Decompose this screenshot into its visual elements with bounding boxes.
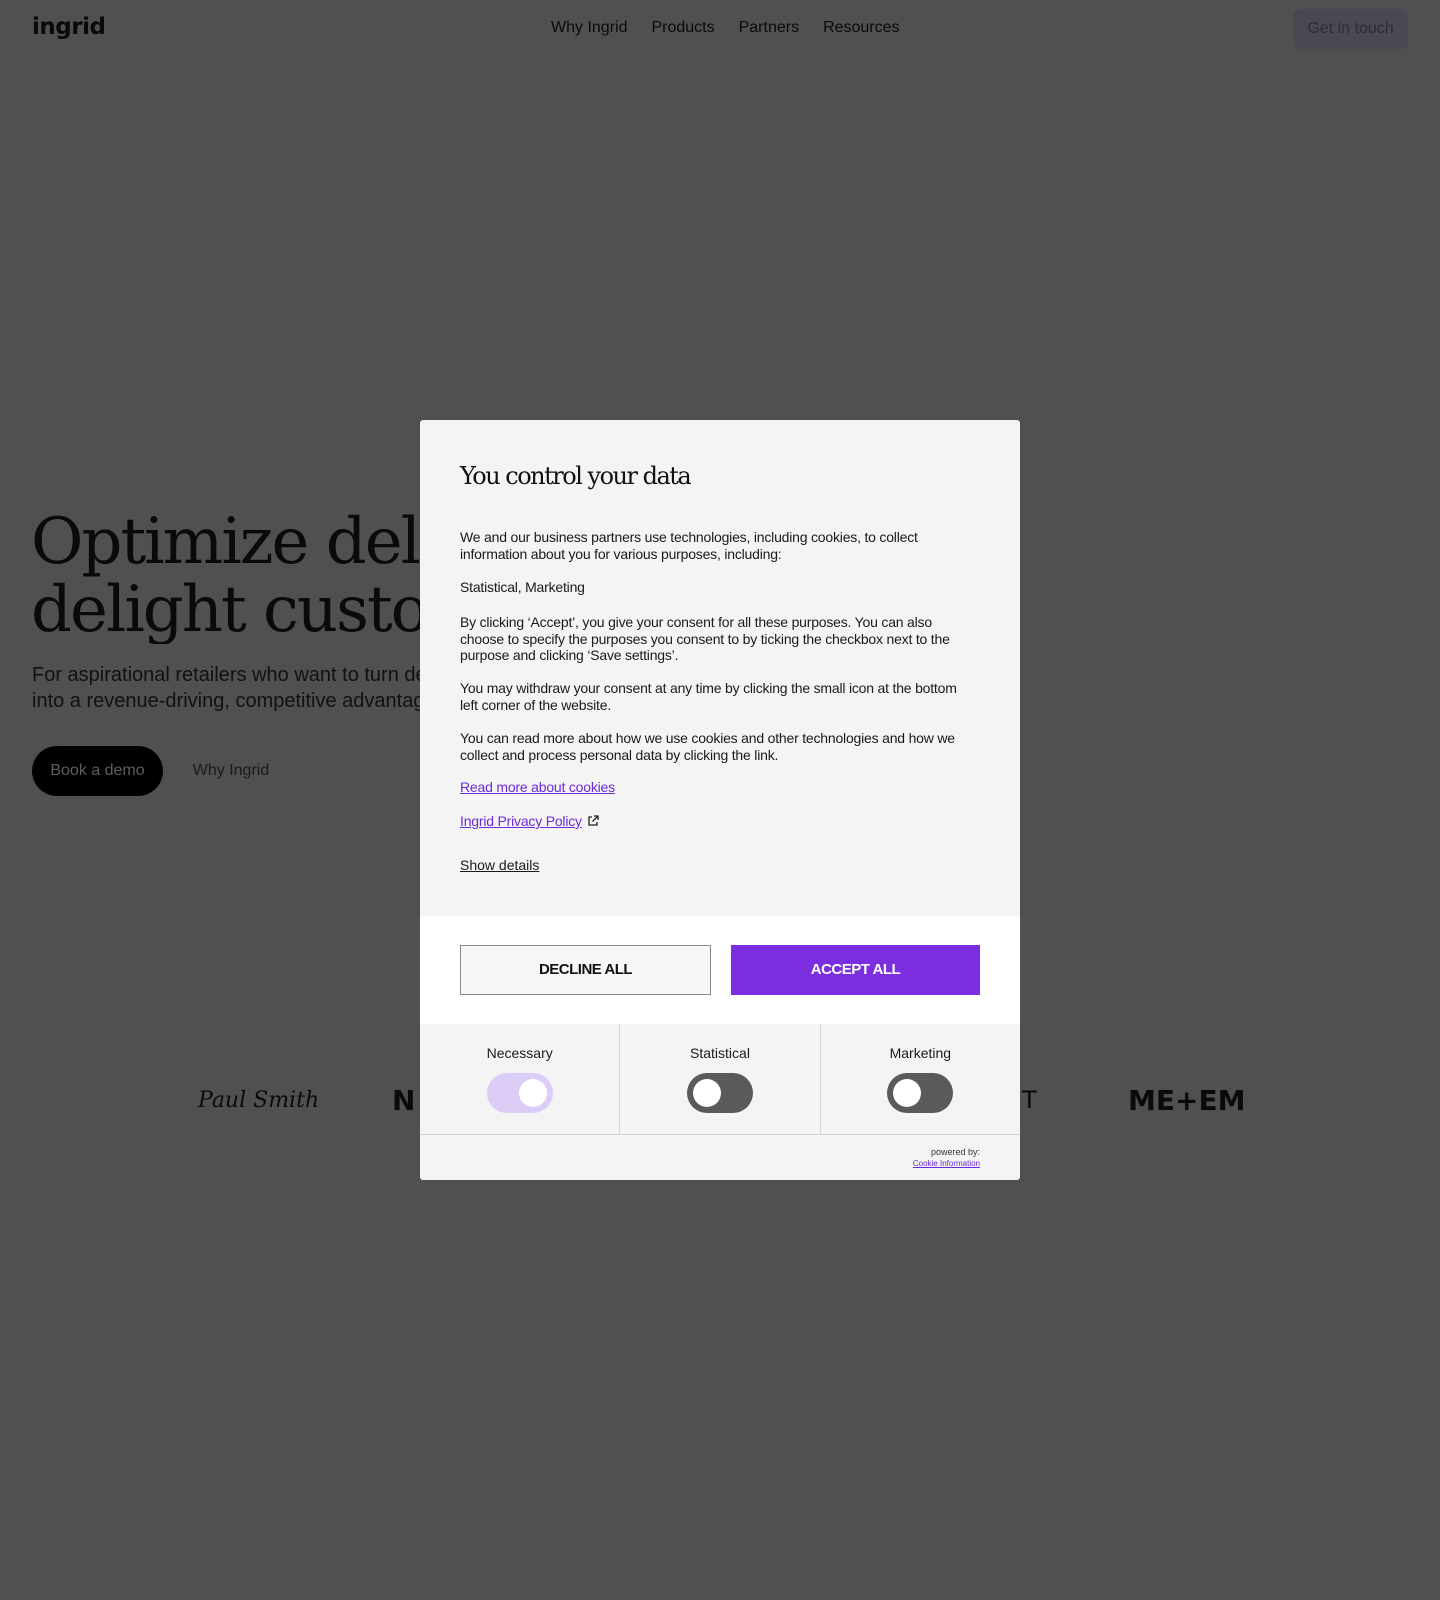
toggle-marketing-switch[interactable]: [887, 1073, 954, 1113]
cookie-information-link[interactable]: Cookie Information: [913, 1158, 980, 1170]
privacy-policy-link[interactable]: Ingrid Privacy Policy: [460, 813, 599, 829]
nav-link-products[interactable]: Products: [651, 19, 714, 37]
me-em-logo: ME+EM: [1128, 1084, 1246, 1117]
hero-title-line-2: delight custon: [31, 573, 431, 644]
consent-paragraph-2: Statistical, Marketing: [460, 579, 585, 595]
hero-subtitle-line-2: into a revenue-driving, competitive adva…: [32, 690, 424, 712]
consent-title: You control your data: [460, 462, 692, 490]
consent-actions: DECLINE ALL ACCEPT ALL: [420, 916, 1020, 1024]
decline-all-button[interactable]: DECLINE ALL: [460, 945, 711, 995]
accept-all-button[interactable]: ACCEPT ALL: [731, 945, 980, 995]
nav-links: Why Ingrid Products Partners Resources: [551, 19, 900, 37]
show-details-link[interactable]: Show details: [460, 857, 539, 873]
powered-by: powered by: Cookie Information: [913, 1146, 980, 1170]
brand-n-logo: N: [392, 1084, 416, 1117]
external-link-icon: [588, 815, 599, 826]
paul-smith-logo: Paul Smith: [198, 1088, 320, 1113]
switch-knob: [893, 1079, 922, 1107]
toggle-statistical-label: Statistical: [690, 1045, 750, 1061]
toggle-necessary-switch[interactable]: [486, 1073, 553, 1113]
book-demo-button[interactable]: Book a demo: [32, 746, 163, 796]
hero-subtitle: For aspirational retailers who want to t…: [32, 662, 424, 714]
toggle-statistical-group: Statistical: [620, 1024, 821, 1135]
consent-toggles: Necessary Statistical Marketing: [420, 1024, 1020, 1135]
ingrid-logo[interactable]: ingrid: [32, 14, 106, 40]
consent-body: You control your data We and our busines…: [420, 420, 1020, 916]
consent-paragraph-5: You can read more about how we use cooki…: [460, 730, 955, 763]
nav-link-resources[interactable]: Resources: [823, 19, 899, 37]
toggle-statistical-switch[interactable]: [686, 1073, 753, 1113]
consent-paragraph-4: You may withdraw your consent at any tim…: [460, 680, 957, 713]
consent-paragraph-1: We and our business partners use technol…: [460, 529, 918, 562]
hero-title: Optimize deliv delight custon: [31, 508, 431, 644]
toggle-necessary-group: Necessary: [420, 1024, 621, 1135]
privacy-policy-label: Ingrid Privacy Policy: [460, 813, 582, 829]
consent-paragraph-3: By clicking ‘Accept’, you give your cons…: [460, 614, 950, 663]
read-more-cookies-link[interactable]: Read more about cookies: [460, 779, 615, 795]
toggle-marketing-group: Marketing: [820, 1024, 1020, 1135]
toggle-marketing-label: Marketing: [889, 1045, 952, 1061]
switch-knob: [692, 1079, 721, 1107]
toggle-necessary-label: Necessary: [486, 1045, 553, 1061]
why-ingrid-button[interactable]: Why Ingrid: [178, 746, 284, 796]
get-in-touch-button[interactable]: Get in touch: [1293, 9, 1408, 49]
nav-link-why-ingrid[interactable]: Why Ingrid: [551, 19, 627, 37]
powered-by-label: powered by:: [930, 1147, 980, 1157]
hero-title-line-1: Optimize deliv: [31, 508, 431, 579]
cookie-consent-dialog: You control your data We and our busines…: [420, 420, 1020, 1180]
nav-link-partners[interactable]: Partners: [739, 19, 799, 37]
top-navigation: ingrid Why Ingrid Products Partners Reso…: [0, 0, 1440, 58]
switch-knob: [518, 1079, 547, 1107]
hero-subtitle-line-1: For aspirational retailers who want to t…: [32, 664, 424, 686]
